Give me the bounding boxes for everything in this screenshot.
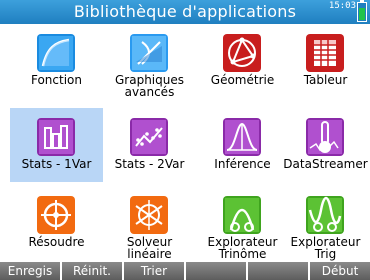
- app-tableur[interactable]: Tableur: [279, 24, 370, 98]
- stats-1var-icon: [37, 118, 75, 156]
- app-datastreamer[interactable]: DataStreamer: [279, 108, 370, 182]
- app-resoudre[interactable]: Résoudre: [10, 186, 103, 260]
- softkey-reset[interactable]: Réinit.: [62, 262, 122, 280]
- stats-2var-icon: [130, 118, 168, 156]
- app-label: Fonction: [30, 73, 82, 87]
- app-label: Tableur: [303, 73, 348, 87]
- page-title: Bibliothèque d'applications: [73, 2, 297, 21]
- solve-icon: [37, 196, 75, 234]
- app-solveur-lineaire[interactable]: Solveur linéaire: [103, 186, 196, 260]
- app-label-line2: Trig: [314, 247, 337, 261]
- softkey-empty-2[interactable]: [248, 262, 308, 280]
- softkey-save[interactable]: Enregis: [0, 262, 60, 280]
- geometry-icon: [223, 34, 261, 72]
- softkey-bar: Enregis Réinit. Trier Début: [0, 262, 370, 280]
- clock: 15:03: [328, 1, 356, 11]
- app-inference[interactable]: Inférence: [196, 108, 289, 182]
- app-stats-1var[interactable]: Stats - 1Var: [10, 108, 103, 182]
- inference-icon: [223, 118, 261, 156]
- trig-explorer-icon: [306, 196, 344, 234]
- app-label-line2: avancés: [124, 85, 175, 99]
- app-label-line2: linéaire: [127, 247, 172, 261]
- app-label: Résoudre: [28, 235, 85, 249]
- app-stats-2var[interactable]: Stats - 2Var: [103, 108, 196, 182]
- quadratic-explorer-icon: [223, 196, 261, 234]
- app-label: DataStreamer: [283, 157, 368, 171]
- app-geometrie[interactable]: Géométrie: [196, 24, 289, 98]
- softkey-empty-1[interactable]: [186, 262, 246, 280]
- app-fonction[interactable]: Fonction: [10, 24, 103, 98]
- datastreamer-icon: [306, 118, 344, 156]
- app-explorateur-trinome[interactable]: Explorateur Trinôme: [196, 186, 289, 260]
- linear-solver-icon: [130, 196, 168, 234]
- app-label-line2: Trinôme: [218, 247, 267, 261]
- app-label: Stats - 1Var: [21, 157, 92, 171]
- app-graphiques-avances[interactable]: Graphiques avancés: [103, 24, 196, 98]
- battery-icon: [357, 0, 367, 22]
- softkey-sort[interactable]: Trier: [124, 262, 184, 280]
- app-label: Stats - 2Var: [114, 157, 185, 171]
- softkey-start[interactable]: Début: [310, 262, 370, 280]
- app-explorateur-trig[interactable]: Explorateur Trig: [279, 186, 370, 260]
- function-icon: [37, 34, 75, 72]
- advanced-graphing-icon: [130, 34, 168, 72]
- spreadsheet-icon: [306, 34, 344, 72]
- app-label: Inférence: [214, 157, 271, 171]
- app-grid: Fonction Graphiques avancés Géométrie Ta…: [0, 24, 370, 260]
- app-label: Géométrie: [210, 73, 275, 87]
- title-bar: Bibliothèque d'applications 15:03: [0, 0, 370, 24]
